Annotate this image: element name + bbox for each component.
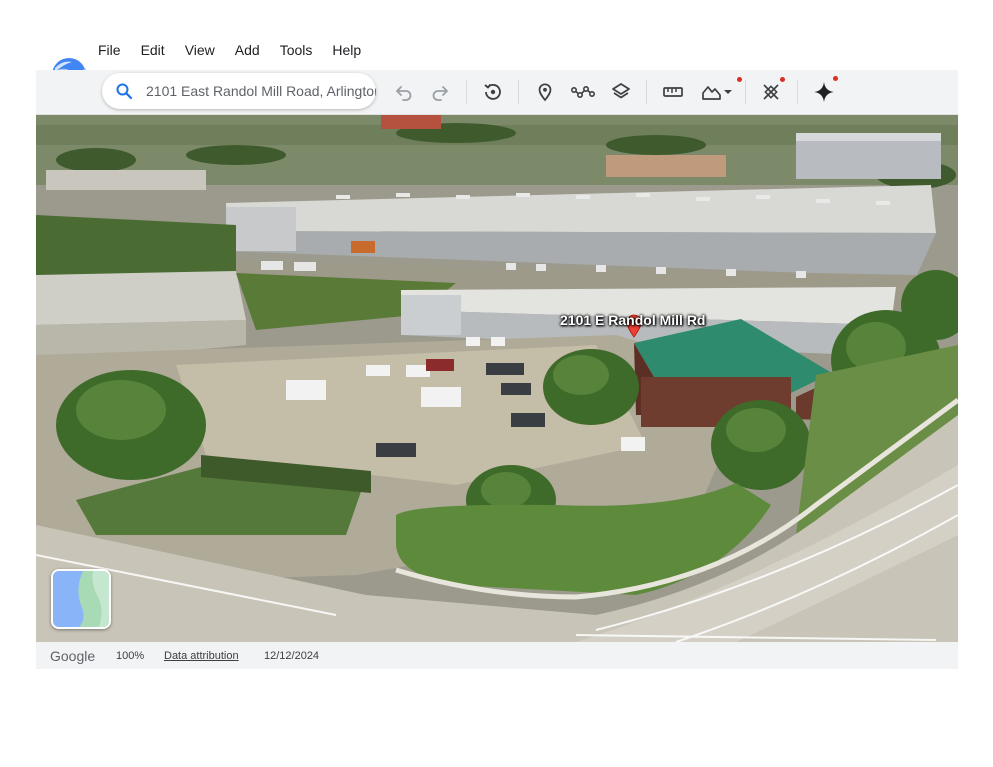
menu-edit[interactable]: Edit (131, 40, 175, 62)
redo-button[interactable] (427, 79, 453, 105)
notification-dot (833, 76, 838, 81)
add-path-icon (571, 86, 595, 99)
undo-icon (396, 86, 412, 101)
toolbar-divider (745, 80, 746, 104)
search-box (102, 73, 376, 109)
menu-add[interactable]: Add (225, 40, 270, 62)
toolbar (36, 70, 958, 115)
layers-button[interactable] (608, 79, 634, 105)
map-3d-view[interactable]: 2101 E Randol Mill Rd (36, 115, 958, 642)
menu-view[interactable]: View (175, 40, 225, 62)
minimap[interactable] (51, 569, 111, 629)
satellite-imagery[interactable] (36, 115, 958, 642)
google-logo: Google (50, 648, 96, 664)
imagery-date: 12/12/2024 (264, 650, 320, 662)
terrain-profile-icon (702, 86, 721, 100)
toolbar-divider (518, 80, 519, 104)
toolbar-divider (466, 80, 467, 104)
search-input[interactable] (146, 73, 376, 109)
notification-dot (737, 77, 742, 82)
toolbar-divider (797, 80, 798, 104)
menu-help[interactable]: Help (322, 40, 371, 62)
toolbar-divider (646, 80, 647, 104)
terrain-profile-button[interactable] (698, 77, 742, 105)
zoom-level: 100% (116, 650, 145, 662)
historical-imagery-icon (484, 83, 501, 100)
place-label[interactable]: 2101 E Randol Mill Rd (560, 312, 705, 328)
measure-button[interactable] (660, 79, 686, 105)
add-placemark-button[interactable] (532, 79, 558, 105)
layers-icon (612, 83, 630, 99)
notification-dot (780, 77, 785, 82)
gemini-button[interactable] (811, 76, 838, 105)
gemini-sparkle-icon (814, 82, 834, 102)
menu-tools[interactable]: Tools (270, 40, 323, 62)
minimap-globe-icon (53, 571, 109, 627)
historical-imagery-button[interactable] (480, 79, 506, 105)
add-placemark-icon (538, 83, 552, 102)
status-bar: Google 100% Data attribution 12/12/2024 (36, 642, 958, 669)
search-icon[interactable] (115, 82, 133, 100)
redo-icon (432, 86, 448, 101)
satellite-tools-icon (763, 84, 779, 100)
satellite-tools-button[interactable] (758, 77, 785, 105)
menu-bar: File Edit View Add Tools Help (88, 40, 371, 62)
measure-ruler-icon (663, 87, 683, 97)
undo-button[interactable] (391, 79, 417, 105)
menu-file[interactable]: File (88, 40, 131, 62)
data-attribution-link[interactable]: Data attribution (164, 650, 239, 662)
add-path-button[interactable] (570, 79, 596, 105)
chevron-down-icon (724, 90, 732, 94)
